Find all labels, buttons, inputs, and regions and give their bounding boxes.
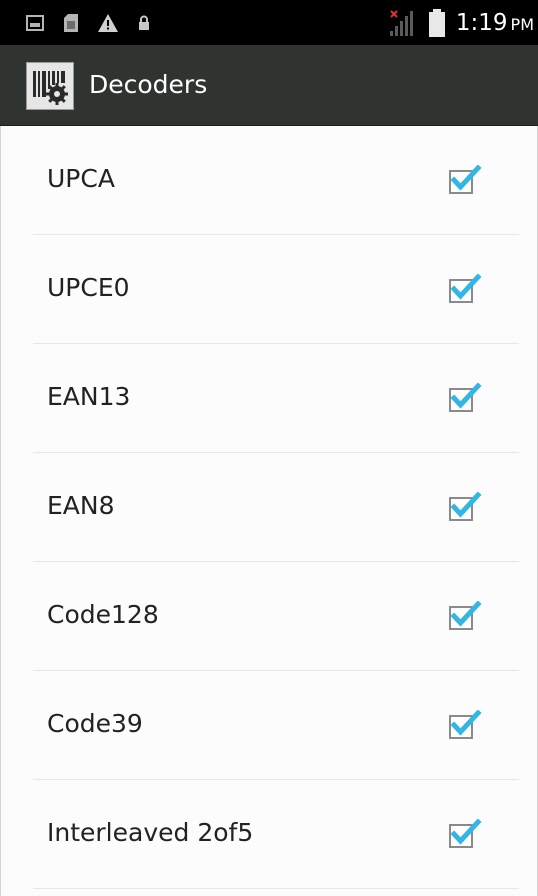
checkbox-code128[interactable] [448,601,482,631]
decoder-label: Interleaved 2of5 [47,818,254,847]
lock-icon [139,15,149,30]
notification-icons [26,12,170,34]
gear-icon [46,83,68,105]
checkbox-upce0[interactable] [448,274,482,304]
decoder-label: UPCA [47,164,115,193]
decoder-list: UPCA UPCE0 EAN13 EAN8 Code128 Code39 Int… [0,126,538,889]
decoder-label: Code128 [47,600,159,629]
signal-icon [389,10,413,36]
decoder-item-interleaved-2of5[interactable]: Interleaved 2of5 [0,780,538,889]
checkbox-upca[interactable] [448,165,482,195]
checkbox-code39[interactable] [448,710,482,740]
checkbox-interleaved-2of5[interactable] [448,819,482,849]
status-bar: 1:19 PM [0,0,538,45]
checkbox-ean13[interactable] [448,383,482,413]
decoder-item-ean13[interactable]: EAN13 [0,344,538,453]
divider [33,888,519,889]
page-title: Decoders [89,70,208,99]
decoder-item-upca[interactable]: UPCA [0,126,538,235]
barcode-settings-icon[interactable] [26,62,74,110]
barcode-graphic [33,71,68,105]
decoder-label: EAN8 [47,491,115,520]
decoder-label: Code39 [47,709,143,738]
decoder-item-upce0[interactable]: UPCE0 [0,235,538,344]
system-indicators: 1:19 PM [388,6,534,40]
battery-icon [428,9,445,37]
sim-card-icon [64,14,78,32]
decoder-label: EAN13 [47,382,131,411]
clock: 1:19 PM [455,10,534,36]
decoder-label: UPCE0 [47,273,130,302]
decoder-item-ean8[interactable]: EAN8 [0,453,538,562]
action-bar: Decoders [0,45,538,126]
decoder-item-code128[interactable]: Code128 [0,562,538,671]
checkbox-ean8[interactable] [448,492,482,522]
warning-icon [98,14,118,32]
decoder-item-code39[interactable]: Code39 [0,671,538,780]
image-icon [26,15,44,31]
